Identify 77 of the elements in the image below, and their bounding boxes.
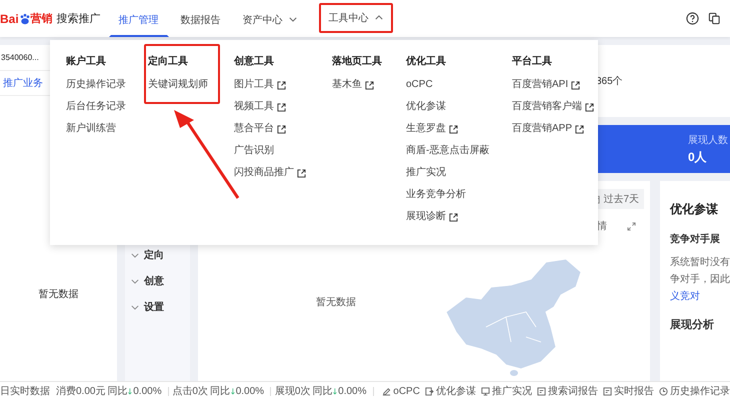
metric-text: 同比 — [312, 384, 332, 398]
report-icon — [602, 386, 612, 396]
menu-item[interactable]: 关键词规划师 — [148, 74, 208, 96]
menu-item[interactable]: 推广实况 — [406, 162, 446, 184]
menu-item[interactable]: 优化参谋 — [406, 96, 446, 118]
realtime-title: 日实时数据 — [0, 384, 50, 398]
expand-icon[interactable] — [627, 222, 636, 230]
group-title: 落地页工具 — [332, 54, 383, 68]
notice-text: 争对手，因此 — [670, 272, 730, 287]
group-title: 创意工具 — [234, 54, 275, 68]
down-arrow-icon — [128, 386, 132, 396]
shortcut-link[interactable]: 搜索词报告 — [536, 384, 598, 398]
section-title: 竞争对手展 — [670, 232, 721, 246]
group-title: 定向工具 — [148, 54, 189, 68]
metric-text: 0.00% — [236, 386, 264, 396]
stat-label: 展现人数 — [688, 134, 729, 146]
notice-text: 系统暂时没有 — [670, 256, 730, 270]
copy-icon[interactable] — [708, 12, 721, 25]
filter-section[interactable]: 定向 — [125, 245, 190, 265]
menu-item[interactable]: 展现诊断 — [406, 206, 458, 228]
metric-text: 0.00% — [338, 386, 367, 396]
metric-text: 同比 — [107, 384, 128, 398]
nav-tab[interactable]: 数据报告 — [170, 2, 231, 37]
shortcut-link[interactable]: 推广实况 — [480, 384, 532, 398]
stat-value: 0人 — [688, 148, 708, 166]
shortcut-link[interactable]: oCPC — [382, 386, 420, 396]
menu-item[interactable]: 图片工具 — [234, 74, 286, 96]
down-arrow-icon — [230, 386, 235, 396]
menu-item[interactable]: 后台任务记录 — [66, 96, 126, 118]
menu-item[interactable]: 历史操作记录 — [66, 74, 126, 96]
define-competitor-link[interactable]: 义竞对 — [670, 288, 730, 305]
metric-text: 点击0次 — [172, 384, 208, 398]
section-title: 展现分析 — [670, 318, 715, 332]
group-title: 账户工具 — [66, 54, 107, 68]
nav-tab[interactable]: 工具中心 — [318, 2, 393, 32]
clock-icon — [658, 386, 668, 396]
filter-section[interactable]: 创意 — [125, 271, 190, 291]
nav-tab[interactable]: 推广管理 — [108, 2, 169, 37]
pencil-icon — [382, 386, 392, 396]
shortcut-link[interactable]: 实时报告 — [602, 384, 654, 398]
shortcut-link[interactable]: 历史操作记录 — [658, 384, 730, 398]
report-icon — [536, 386, 546, 396]
filter-section[interactable]: 设置 — [125, 297, 190, 317]
metric-text: 0.00% — [133, 386, 162, 396]
logo-text: Bai — [0, 12, 19, 26]
metric-text: 展现0次 — [274, 385, 310, 398]
monitor-icon — [480, 386, 490, 396]
down-arrow-icon — [333, 386, 338, 396]
empty-text: 暂无数据 — [316, 296, 356, 309]
paw-logo-icon — [18, 12, 31, 24]
menu-item[interactable]: 新户训练营 — [66, 118, 116, 140]
menu-item[interactable]: 基木鱼 — [332, 74, 374, 96]
account-id: 3540060... — [1, 53, 39, 62]
product-name: 搜索推广 — [56, 12, 101, 26]
shortcut-link[interactable]: 优化参谋 — [424, 384, 476, 398]
logo-text: 营销 — [30, 12, 53, 26]
card-title: 优化参谋 — [670, 201, 719, 218]
exit-icon — [424, 386, 434, 396]
menu-item[interactable]: 百度营销客户端 — [512, 96, 594, 118]
metric-text: 消费0.00元 — [56, 384, 106, 398]
menu-item[interactable]: 百度营销API — [512, 74, 580, 96]
menu-item[interactable]: 百度营销APP — [512, 118, 584, 140]
nav-tab[interactable]: 资产中心 — [232, 2, 307, 37]
menu-item[interactable]: 生意罗盘 — [406, 118, 458, 140]
menu-item[interactable]: oCPC — [406, 74, 433, 96]
menu-item[interactable]: 慧合平台 — [234, 118, 286, 140]
business-tab[interactable]: 推广业务 — [0, 74, 46, 92]
menu-item[interactable]: 闪投商品推广 — [234, 162, 306, 184]
group-title: 平台工具 — [512, 54, 553, 68]
menu-item[interactable]: 商盾-恶意点击屏蔽 — [406, 140, 490, 162]
group-title: 优化工具 — [406, 54, 447, 68]
help-icon[interactable] — [686, 12, 699, 25]
metric-text: 同比 — [210, 384, 230, 398]
menu-item[interactable]: 视频工具 — [234, 96, 286, 118]
menu-item[interactable]: 业务竞争分析 — [406, 184, 466, 206]
empty-text: 暂无数据 — [38, 288, 79, 300]
menu-item[interactable]: 广告识别 — [234, 140, 274, 162]
